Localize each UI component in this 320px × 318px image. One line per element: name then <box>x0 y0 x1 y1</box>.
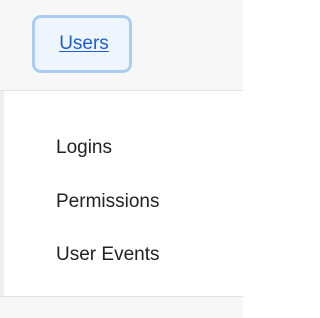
menu-item-user-events[interactable]: User Events <box>56 244 159 266</box>
users-submenu: Logins Permissions User Events <box>0 91 243 296</box>
header-bar: Users <box>0 0 243 91</box>
menu-item-logins[interactable]: Logins <box>56 137 112 159</box>
users-link[interactable]: Users <box>59 33 109 55</box>
menu-item-permissions[interactable]: Permissions <box>56 191 159 213</box>
users-button[interactable]: Users <box>32 15 132 73</box>
footer-bar <box>0 296 243 318</box>
